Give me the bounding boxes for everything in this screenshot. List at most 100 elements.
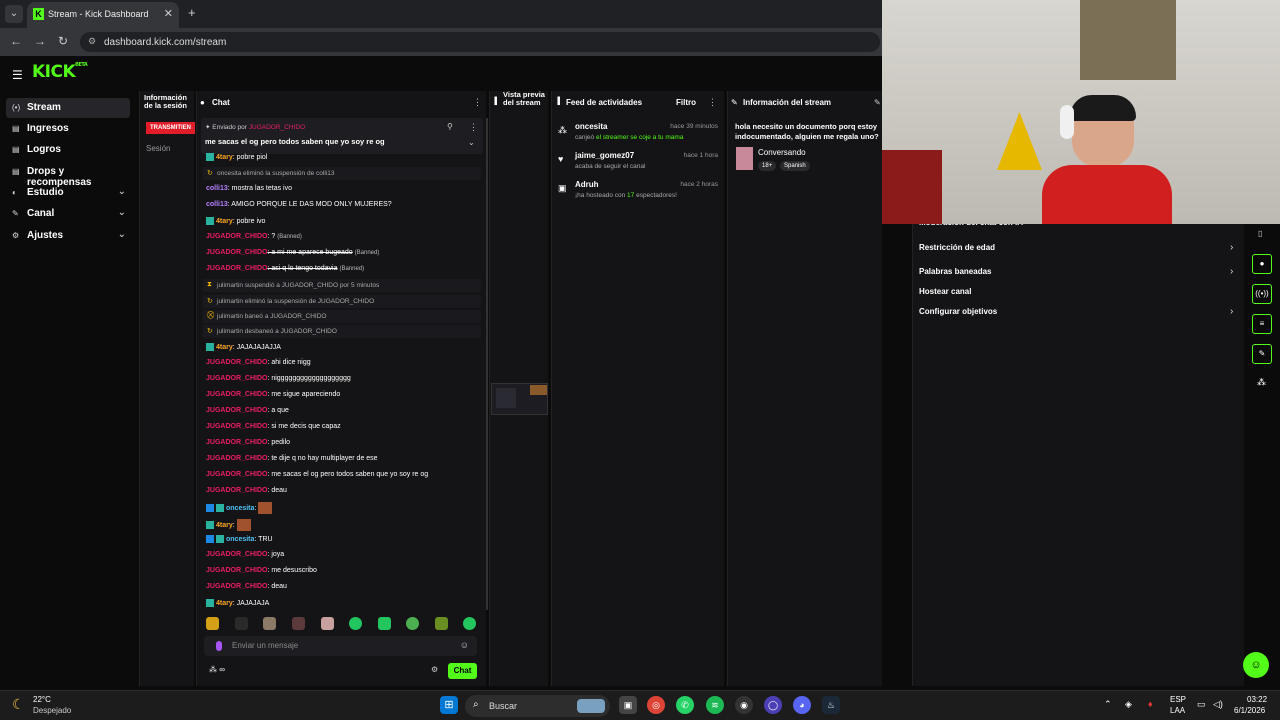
chat-message[interactable]: JUGADOR_CHIDO: me sacas el og pero todos… xyxy=(206,471,428,478)
chat-username[interactable]: 4tary xyxy=(216,344,233,351)
network-icon[interactable]: ▭ xyxy=(1197,699,1206,710)
chat-username[interactable]: JUGADOR_CHIDO xyxy=(206,249,267,256)
emote-slot[interactable] xyxy=(406,617,419,630)
kick-logo[interactable]: KICKBETA xyxy=(32,62,88,82)
emote-slot[interactable] xyxy=(378,617,391,630)
mic-icon[interactable] xyxy=(216,641,222,651)
lang-top[interactable]: ESP xyxy=(1170,695,1186,704)
reload-icon[interactable]: ↻ xyxy=(58,34,68,48)
chat-options-icon[interactable]: ⋮ xyxy=(473,97,482,108)
send-chat-button[interactable]: Chat xyxy=(448,663,477,679)
app-icon[interactable]: ◯ xyxy=(764,696,782,714)
weather-temp[interactable]: 22°C xyxy=(33,695,51,704)
emote-slot[interactable] xyxy=(235,617,248,630)
sidebar-item-estudio[interactable]: ◐ Estudio ⌄ xyxy=(6,183,130,203)
emote-slot[interactable] xyxy=(292,617,305,630)
close-tab-icon[interactable]: ✕ xyxy=(164,7,173,20)
moderation-item[interactable]: Restricción de edad xyxy=(919,243,995,252)
pin-icon[interactable]: ⚲ xyxy=(447,122,453,131)
browser-tab[interactable]: K Stream - Kick Dashboard ✕ xyxy=(27,2,179,28)
chevron-right-icon[interactable]: › xyxy=(1230,266,1233,277)
chat-username[interactable]: JUGADOR_CHIDO xyxy=(206,375,267,382)
chat-username[interactable]: JUGADOR_CHIDO xyxy=(206,487,267,494)
chat-username[interactable]: JUGADOR_CHIDO xyxy=(206,233,267,240)
chat-username[interactable]: JUGADOR_CHIDO xyxy=(206,391,267,398)
chat-username[interactable]: 4tary xyxy=(216,600,233,607)
sidebar-item-logros[interactable]: ▤ Logros xyxy=(6,140,130,160)
chat-username[interactable]: JUGADOR_CHIDO xyxy=(206,439,267,446)
chat-username[interactable]: 4tary xyxy=(216,522,233,529)
site-info-icon[interactable]: ⚙ xyxy=(88,36,96,47)
drag-handle-icon[interactable]: ▐ xyxy=(492,98,497,105)
hamburger-menu-icon[interactable]: ☰ xyxy=(12,68,23,82)
chat-message[interactable]: JUGADOR_CHIDO: ahi dice nigg xyxy=(206,359,311,366)
chevron-right-icon[interactable]: › xyxy=(1230,242,1233,253)
chat-message[interactable]: oncesita: TRU xyxy=(206,535,273,543)
help-chat-button[interactable]: ☺ xyxy=(1243,652,1269,678)
chat-message[interactable]: colli13: mostra las tetas ivo xyxy=(206,185,292,192)
chat-message[interactable]: JUGADOR_CHIDO: te dije q no hay multipla… xyxy=(206,455,378,462)
volume-icon[interactable]: ◁) xyxy=(1213,699,1223,710)
chevron-down-icon[interactable]: ⌄ xyxy=(468,138,475,147)
steam-icon[interactable]: ♨ xyxy=(822,696,840,714)
chat-username[interactable]: JUGADOR_CHIDO xyxy=(206,455,267,462)
emote-slot[interactable] xyxy=(349,617,362,630)
discord-icon[interactable]: ◕ xyxy=(793,696,811,714)
chat-message[interactable]: JUGADOR_CHIDO: niggggggggggggggggggg xyxy=(206,375,351,382)
chat-scrollbar[interactable] xyxy=(486,118,488,610)
tray-app-icon[interactable]: ◈ xyxy=(1125,699,1132,710)
chat-input[interactable]: Enviar un mensaje ☺ xyxy=(204,636,477,656)
url-field[interactable]: ⚙ dashboard.kick.com/stream xyxy=(80,32,880,52)
emote-slot[interactable] xyxy=(263,617,276,630)
emoji-picker-icon[interactable]: ☺ xyxy=(460,640,469,650)
document-icon[interactable]: ▯ xyxy=(1258,229,1262,238)
chat-message[interactable]: JUGADOR_CHIDO: me desuscribo xyxy=(206,567,317,574)
chat-message[interactable]: 4tary: JAJAJAJA xyxy=(206,599,269,607)
chat-message[interactable]: oncesita: xyxy=(206,502,273,514)
moderation-item[interactable]: Configurar objetivos xyxy=(919,307,997,316)
drag-handle-icon[interactable]: ▐ xyxy=(555,98,560,105)
chat-username[interactable]: 4tary xyxy=(216,218,233,225)
clock-date[interactable]: 6/1/2026 xyxy=(1234,706,1265,715)
spotify-icon[interactable]: ≋ xyxy=(706,696,724,714)
sidebar-item-ajustes[interactable]: ⚙ Ajustes ⌄ xyxy=(6,226,130,246)
feed-options-icon[interactable]: ⋮ xyxy=(708,97,717,108)
chat-message[interactable]: JUGADOR_CHIDO: deau xyxy=(206,583,287,590)
stack-tool-icon[interactable]: ≡ xyxy=(1252,314,1272,334)
chat-username[interactable]: oncesita xyxy=(226,505,254,512)
chat-username[interactable]: JUGADOR_CHIDO xyxy=(206,551,267,558)
stream-preview-thumbnail[interactable] xyxy=(491,383,548,415)
chat-message[interactable]: 4tary: pobre ivo xyxy=(206,217,265,225)
chat-message[interactable]: 4tary: JAJAJAJAJJA xyxy=(206,343,281,351)
lang-bottom[interactable]: LAA xyxy=(1170,706,1185,715)
chat-message[interactable]: JUGADOR_CHIDO: ? (Banned) xyxy=(206,233,302,240)
clock-time[interactable]: 03:22 xyxy=(1247,695,1267,704)
feed-filter-button[interactable]: Filtro xyxy=(676,98,696,107)
chat-username[interactable]: JUGADOR_CHIDO xyxy=(206,583,267,590)
forward-icon[interactable]: → xyxy=(34,34,46,48)
taskbar-search[interactable]: ⌕ Buscar xyxy=(465,695,610,717)
emote-slot[interactable] xyxy=(435,617,448,630)
chat-tool-icon[interactable]: ● xyxy=(1252,254,1272,274)
chat-username[interactable]: colli13 xyxy=(206,201,228,208)
broadcast-tool-icon[interactable]: ((•)) xyxy=(1252,284,1272,304)
back-icon[interactable]: ← xyxy=(10,34,22,48)
emote-slot[interactable] xyxy=(206,617,219,630)
start-button-icon[interactable]: ⊞ xyxy=(440,696,458,714)
chat-message[interactable]: JUGADOR_CHIDO: joya xyxy=(206,551,284,558)
moderation-item[interactable]: Hostear canal xyxy=(919,287,971,296)
chat-message[interactable]: JUGADOR_CHIDO: pedilo xyxy=(206,439,290,446)
category-name[interactable]: Conversando xyxy=(758,148,806,157)
wrench-tool-icon[interactable]: ✎ xyxy=(1252,344,1272,364)
sidebar-item-drops[interactable]: ▤ Drops y recompensas xyxy=(6,162,130,188)
new-tab-button[interactable]: + xyxy=(188,5,196,20)
weather-desc[interactable]: Despejado xyxy=(33,706,71,715)
chat-username[interactable]: JUGADOR_CHIDO xyxy=(206,359,267,366)
chat-message[interactable]: JUGADOR_CHIDO: deau xyxy=(206,487,287,494)
chat-settings-gear-icon[interactable]: ⚙ xyxy=(431,665,438,674)
feed-item[interactable]: ▣ Adruh hace 2 horas ¡ha hosteado con 17 es… xyxy=(558,180,718,210)
whatsapp-icon[interactable]: ✆ xyxy=(676,696,694,714)
chat-username[interactable]: JUGADOR_CHIDO xyxy=(206,471,267,478)
share-tool-icon[interactable]: ⁂ xyxy=(1257,377,1266,388)
pinned-options-icon[interactable]: ⋮ xyxy=(469,122,478,133)
